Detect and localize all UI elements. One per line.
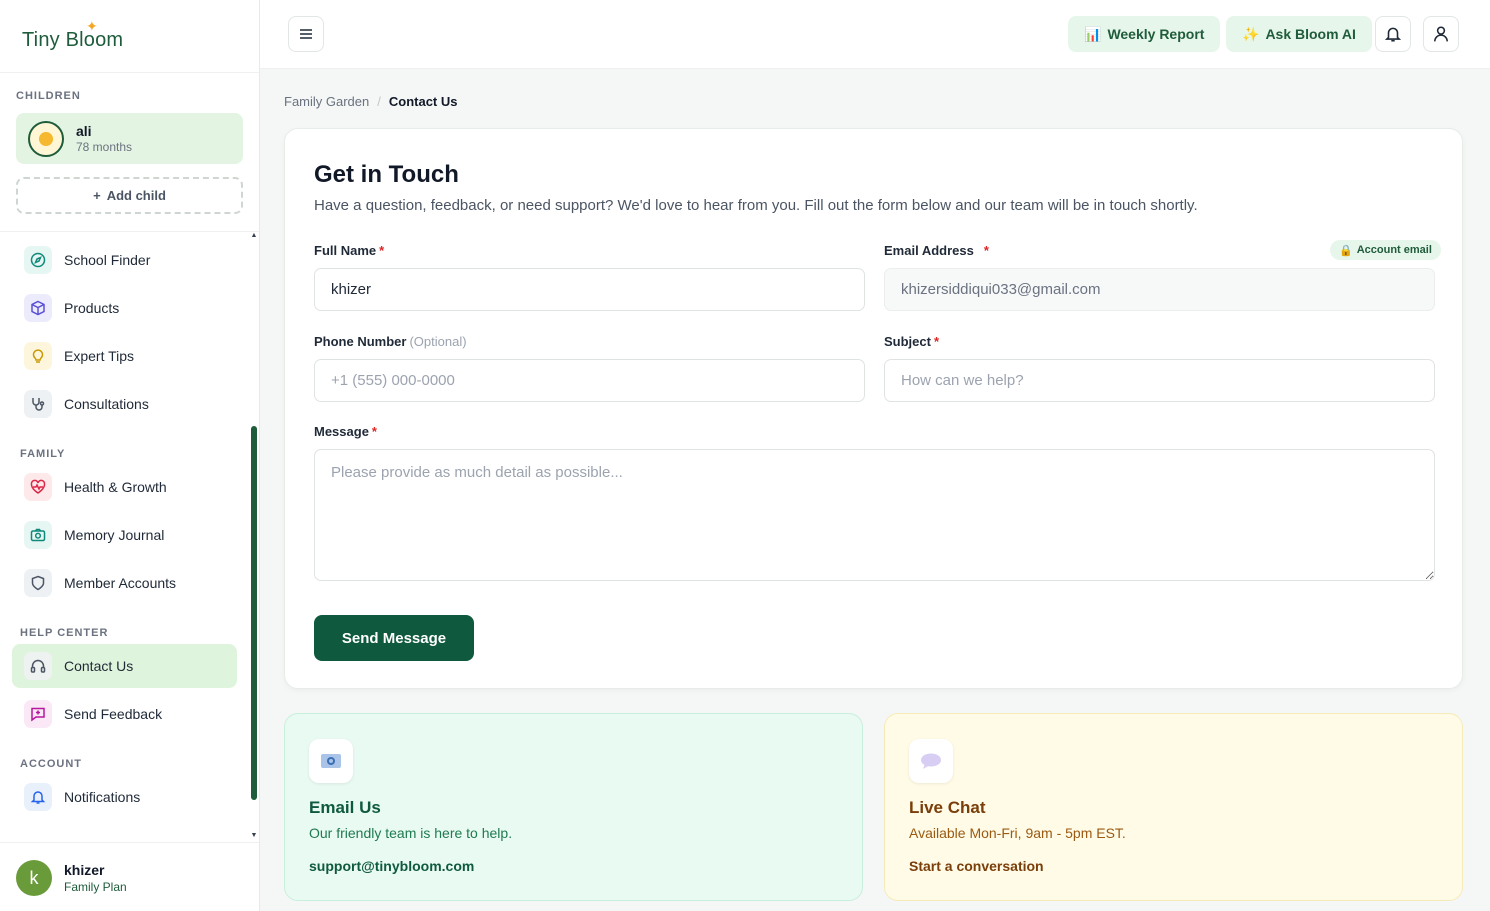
start-conversation-link[interactable]: Start a conversation (909, 858, 1044, 874)
hamburger-icon (300, 29, 312, 39)
notifications-button[interactable] (1375, 16, 1411, 52)
sidebar-item-label: Notifications (64, 789, 141, 805)
envelope-icon (309, 739, 353, 783)
sidebar-item-expert-tips[interactable]: Expert Tips (12, 334, 237, 378)
bell-icon (24, 783, 52, 811)
subject-input[interactable] (884, 359, 1435, 402)
bar-chart-icon: 📊 (1084, 25, 1102, 42)
scroll-down-arrow[interactable]: ▼ (250, 832, 258, 839)
email-us-card: Email Us Our friendly team is here to he… (284, 713, 863, 901)
user-icon (1434, 26, 1448, 42)
camera-icon (24, 521, 52, 549)
add-child-button[interactable]: + Add child (16, 177, 243, 214)
account-email-badge: 🔒 Account email (1330, 240, 1441, 260)
plus-icon: + (93, 188, 101, 203)
sidebar-item-label: Health & Growth (64, 479, 167, 495)
scroll-up-arrow[interactable]: ▲ (250, 232, 258, 239)
live-chat-card: Live Chat Available Mon-Fri, 9am - 5pm E… (884, 713, 1463, 901)
sidebar-item-label: Memory Journal (64, 527, 165, 543)
sparkle-icon: ✨ (1242, 25, 1260, 42)
stethoscope-icon (24, 390, 52, 418)
child-avatar (28, 121, 64, 157)
sidebar-item-label: Send Feedback (64, 706, 163, 722)
breadcrumb-home[interactable]: Family Garden (284, 94, 369, 109)
breadcrumb-separator: / (377, 94, 381, 109)
subject-label: Subject * (884, 334, 940, 349)
breadcrumb-current: Contact Us (388, 94, 458, 109)
email-us-title: Email Us (309, 798, 381, 817)
page-subtitle: Have a question, feedback, or need suppo… (314, 197, 1198, 214)
email-field[interactable] (884, 268, 1435, 311)
sidebar-item-school-finder[interactable]: School Finder (12, 238, 237, 282)
logo-area: Tiny Bloom ✦ (0, 0, 259, 73)
sidebar-item-consultations[interactable]: Consultations (12, 382, 237, 426)
help-section-label: HELP CENTER (20, 627, 109, 639)
user-profile[interactable]: k khizer Family Plan (0, 842, 259, 911)
sidebar-item-label: Consultations (64, 396, 149, 412)
child-card[interactable]: ali 78 months (16, 113, 243, 164)
shield-icon (24, 569, 52, 597)
email-us-description: Our friendly team is here to help. (309, 825, 513, 841)
compass-icon (24, 246, 52, 274)
sidebar-item-member-accounts[interactable]: Member Accounts (12, 561, 237, 605)
support-email-link[interactable]: support@tinybloom.com (309, 858, 474, 874)
sidebar-item-send-feedback[interactable]: Send Feedback (12, 692, 237, 736)
sidebar-item-memory-journal[interactable]: Memory Journal (12, 513, 237, 557)
add-child-label: Add child (106, 188, 166, 203)
phone-input[interactable] (314, 359, 865, 402)
sidebar-item-label: Member Accounts (64, 575, 177, 591)
lightbulb-icon (24, 342, 52, 370)
children-section-label: CHILDREN (16, 90, 81, 102)
sidebar-item-notifications[interactable]: Notifications (12, 775, 237, 819)
sidebar-item-contact-us[interactable]: Contact Us (12, 644, 237, 688)
sidebar-item-label: School Finder (64, 252, 151, 268)
headphones-icon (24, 652, 52, 680)
message-textarea[interactable] (314, 449, 1435, 581)
full-name-input[interactable] (314, 268, 865, 311)
profile-button[interactable] (1423, 16, 1459, 52)
send-message-button[interactable]: Send Message (314, 615, 474, 661)
page-title: Get in Touch (314, 161, 459, 188)
phone-label: Phone Number (Optional) (314, 334, 467, 349)
top-bar: 📊 Weekly Report ✨ Ask Bloom AI (260, 0, 1490, 69)
sun-icon (39, 132, 53, 146)
sparkle-icon: ✦ (86, 18, 98, 34)
ask-ai-label: Ask Bloom AI (1265, 26, 1356, 42)
breadcrumb: Family Garden / Contact Us (284, 94, 458, 109)
sidebar-scrollbar[interactable] (251, 426, 257, 800)
account-section-label: ACCOUNT (20, 758, 82, 770)
live-chat-description: Available Mon-Fri, 9am - 5pm EST. (909, 825, 1126, 841)
message-plus-icon (24, 700, 52, 728)
heart-pulse-icon (24, 473, 52, 501)
bell-icon (1384, 27, 1402, 42)
sidebar: Tiny Bloom ✦ CHILDREN ali 78 months + Ad… (0, 0, 260, 911)
contact-form-card: Get in Touch Have a question, feedback, … (284, 128, 1463, 689)
sidebar-item-health-growth[interactable]: Health & Growth (12, 465, 237, 509)
ask-ai-button[interactable]: ✨ Ask Bloom AI (1226, 16, 1372, 52)
child-age: 78 months (76, 140, 133, 154)
box-icon (24, 294, 52, 322)
speech-bubble-icon (909, 739, 953, 783)
weekly-report-button[interactable]: 📊 Weekly Report (1068, 16, 1221, 52)
child-name: ali (76, 123, 92, 139)
sidebar-item-products[interactable]: Products (12, 286, 237, 330)
family-section-label: FAMILY (20, 448, 66, 460)
live-chat-title: Live Chat (909, 798, 986, 817)
sidebar-item-label: Products (64, 300, 120, 316)
weekly-report-label: Weekly Report (1107, 26, 1205, 42)
divider (0, 231, 259, 232)
app-logo[interactable]: Tiny Bloom (22, 29, 123, 52)
sidebar-item-label: Expert Tips (64, 348, 135, 364)
message-label: Message * (314, 424, 377, 439)
full-name-label: Full Name * (314, 243, 385, 258)
lock-icon: 🔒 (1339, 244, 1353, 257)
user-plan: Family Plan (64, 880, 127, 894)
avatar: k (16, 860, 52, 896)
sidebar-item-label: Contact Us (64, 658, 134, 674)
menu-button[interactable] (288, 16, 324, 52)
account-email-badge-label: Account email (1356, 244, 1432, 256)
email-label: Email Address * (884, 243, 989, 258)
user-name: khizer (64, 862, 105, 878)
